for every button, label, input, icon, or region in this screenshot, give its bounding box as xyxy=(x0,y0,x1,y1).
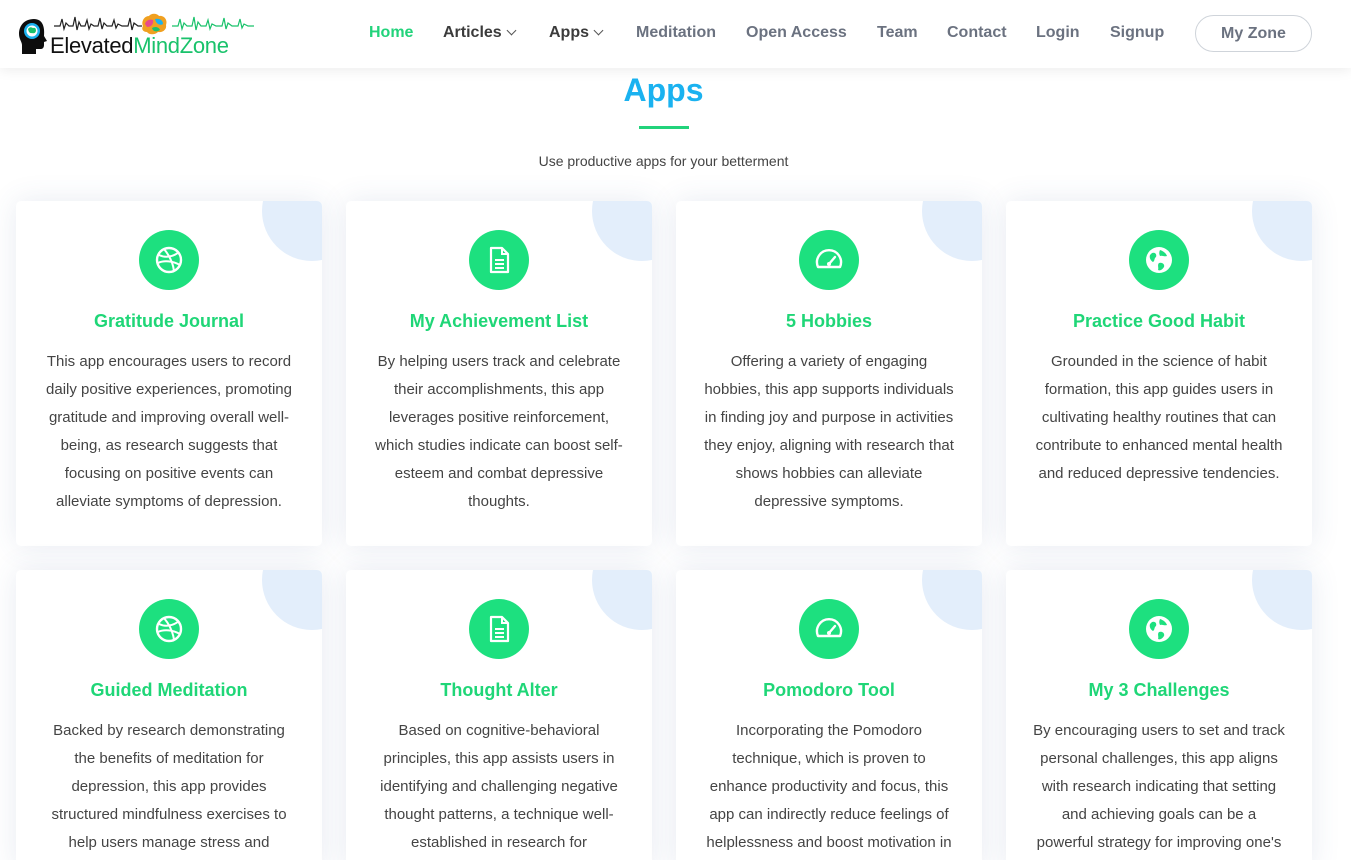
chevron-down-icon xyxy=(593,25,604,36)
app-card[interactable]: Thought Alter Based on cognitive-behavio… xyxy=(346,570,652,860)
nav-item-label: Articles xyxy=(443,24,502,41)
app-description: By encouraging users to set and track pe… xyxy=(1033,722,1285,851)
chevron-down-icon xyxy=(506,25,517,36)
speedometer-icon xyxy=(815,618,843,638)
card-corner-decoration xyxy=(262,201,322,261)
nav-item-apps[interactable]: Apps xyxy=(549,24,604,42)
card-corner-decoration xyxy=(922,201,982,261)
nav-item-label: Signup xyxy=(1110,24,1165,41)
app-title[interactable]: Practice Good Habit xyxy=(1006,311,1312,332)
nav-item-signup[interactable]: Signup xyxy=(1110,24,1164,42)
nav-item-meditation[interactable]: Meditation xyxy=(636,24,716,42)
app-card[interactable]: My 3 Challenges By encouraging users to … xyxy=(1006,570,1312,860)
app-icon xyxy=(139,230,199,290)
my-zone-button[interactable]: My Zone xyxy=(1195,15,1312,52)
dribbble-icon xyxy=(155,615,183,643)
app-icon xyxy=(799,599,859,659)
app-title[interactable]: Pomodoro Tool xyxy=(676,680,982,701)
app-title[interactable]: My Achievement List xyxy=(346,311,652,332)
app-icon xyxy=(1129,230,1189,290)
nav-item-home[interactable]: Home xyxy=(369,24,413,42)
app-description: Offering a variety of engaging hobbies, … xyxy=(704,353,954,510)
app-icon xyxy=(1129,599,1189,659)
title-underline xyxy=(639,126,689,129)
app-title[interactable]: My 3 Challenges xyxy=(1006,680,1312,701)
brand-name-part1: Elevated xyxy=(50,33,134,58)
card-corner-decoration xyxy=(1252,570,1312,630)
globe-icon xyxy=(1146,616,1172,642)
card-corner-decoration xyxy=(592,201,652,261)
app-icon xyxy=(139,599,199,659)
nav-item-label: Open Access xyxy=(746,24,847,41)
app-description: By helping users track and celebrate the… xyxy=(375,353,623,510)
app-card[interactable]: 5 Hobbies Offering a variety of engaging… xyxy=(676,201,982,546)
document-icon xyxy=(489,615,510,643)
app-description: Based on cognitive-behavioral principles… xyxy=(380,722,618,851)
card-corner-decoration xyxy=(262,570,322,630)
brand-name-part2: MindZone xyxy=(133,33,229,58)
app-icon xyxy=(469,230,529,290)
app-description: Backed by research demonstrating the ben… xyxy=(51,722,287,851)
nav-item-label: Team xyxy=(877,24,918,41)
card-corner-decoration xyxy=(592,570,652,630)
page-title: Apps xyxy=(623,72,704,108)
app-title[interactable]: 5 Hobbies xyxy=(676,311,982,332)
app-card[interactable]: Gratitude Journal This app encourages us… xyxy=(16,201,322,546)
card-corner-decoration xyxy=(922,570,982,630)
app-card[interactable]: Pomodoro Tool Incorporating the Pomodoro… xyxy=(676,570,982,860)
nav-item-label: Meditation xyxy=(636,24,716,41)
page-subtitle: Use productive apps for your betterment xyxy=(538,153,789,169)
site-header: ElevatedMindZone Home Articles Apps Medi… xyxy=(0,0,1351,68)
speedometer-icon xyxy=(815,249,843,269)
nav-item-articles[interactable]: Articles xyxy=(443,24,517,42)
app-title[interactable]: Gratitude Journal xyxy=(16,311,322,332)
app-description: Grounded in the science of habit formati… xyxy=(1035,353,1283,482)
nav-item-label: Login xyxy=(1036,24,1080,41)
app-description: Incorporating the Pomodoro technique, wh… xyxy=(706,722,952,851)
app-description: This app encourages users to record dail… xyxy=(46,353,292,510)
nav-item-contact[interactable]: Contact xyxy=(947,24,1007,42)
app-icon xyxy=(799,230,859,290)
app-card[interactable]: Practice Good Habit Grounded in the scie… xyxy=(1006,201,1312,546)
document-icon xyxy=(489,246,510,274)
brand-name: ElevatedMindZone xyxy=(50,33,229,59)
dribbble-icon xyxy=(155,246,183,274)
nav-item-team[interactable]: Team xyxy=(877,24,918,42)
nav-item-label: Apps xyxy=(549,24,589,41)
app-title[interactable]: Thought Alter xyxy=(346,680,652,701)
app-title[interactable]: Guided Meditation xyxy=(16,680,322,701)
app-icon xyxy=(469,599,529,659)
site-logo[interactable]: ElevatedMindZone xyxy=(16,12,254,59)
nav-item-label: Contact xyxy=(947,24,1007,41)
app-card[interactable]: Guided Meditation Backed by research dem… xyxy=(16,570,322,860)
nav-item-label: Home xyxy=(369,24,414,41)
card-corner-decoration xyxy=(1252,201,1312,261)
nav-item-login[interactable]: Login xyxy=(1036,24,1080,42)
globe-icon xyxy=(1146,247,1172,273)
app-card[interactable]: My Achievement List By helping users tra… xyxy=(346,201,652,546)
nav-item-open-access[interactable]: Open Access xyxy=(746,24,847,42)
